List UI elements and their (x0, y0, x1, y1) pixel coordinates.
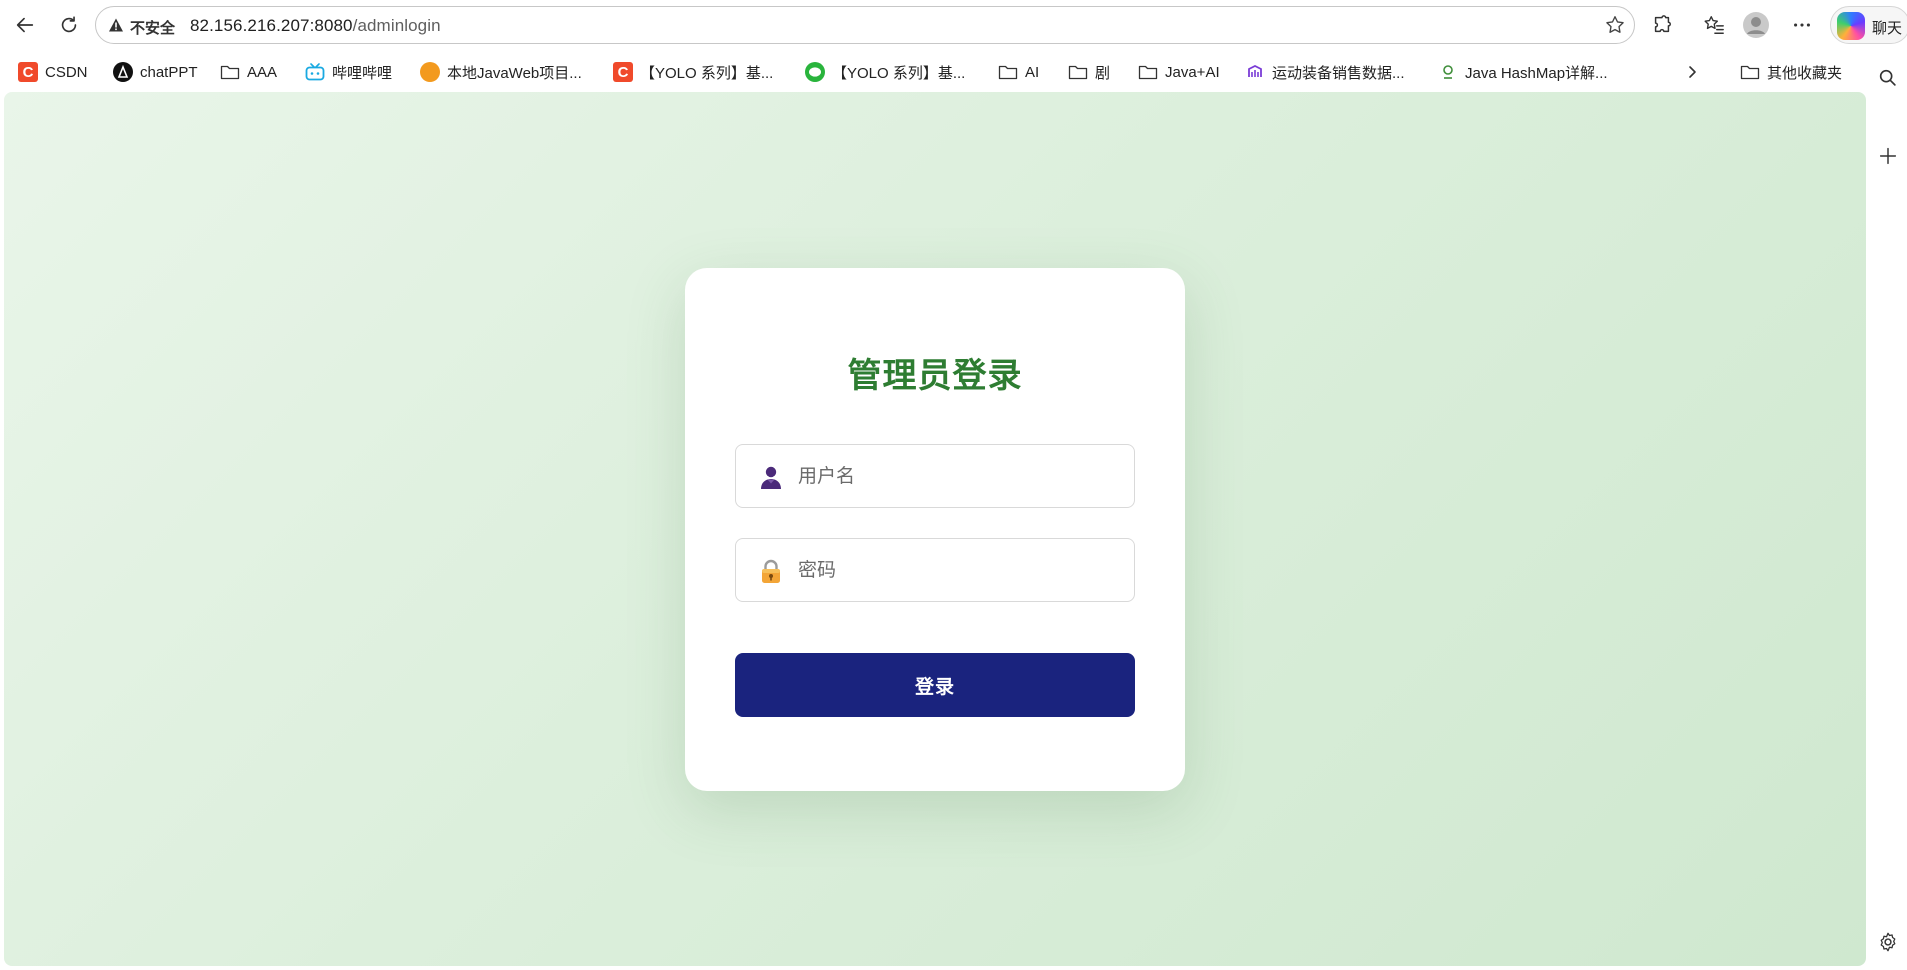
browser-toolbar: 不安全 82.156.216.207:8080/adminlogin 聊天 (0, 0, 1907, 50)
browser-sidebar (1868, 54, 1907, 970)
more-menu-button[interactable] (1785, 8, 1819, 42)
copilot-icon (1837, 12, 1865, 40)
username-input[interactable] (796, 459, 1120, 495)
bookmark-label: 剧 (1095, 64, 1111, 82)
favorites-button[interactable] (1697, 8, 1731, 42)
favorites-list-icon (1704, 16, 1724, 34)
site-icon (1245, 62, 1265, 82)
bookmark-java-hashmap[interactable]: Java HashMap详解... (1438, 60, 1608, 84)
username-field[interactable] (735, 444, 1135, 508)
bookmark-label: 哔哩哔哩 (332, 64, 393, 82)
copilot-chat-button[interactable]: 聊天 (1830, 6, 1907, 44)
avatar-icon (1743, 12, 1769, 38)
login-card: 管理员登录 登录 (685, 268, 1185, 791)
folder-icon (1068, 62, 1088, 82)
more-dots-icon (1794, 23, 1810, 27)
security-label[interactable]: 不安全 (130, 17, 175, 38)
bookmark-yolo-wechat[interactable]: 【YOLO 系列】基... (805, 60, 965, 84)
sidebar-settings-button[interactable] (1874, 928, 1902, 956)
warning-icon[interactable] (108, 17, 124, 38)
bookmark-label: Java+AI (1165, 63, 1220, 81)
bookmark-label: 本地JavaWeb项目... (447, 64, 582, 82)
reload-button[interactable] (52, 8, 86, 42)
bookmark-chatppt[interactable]: chatPPT (113, 60, 198, 84)
bookmark-label: AAA (247, 63, 278, 81)
address-bar[interactable]: 不安全 82.156.216.207:8080/adminlogin (95, 6, 1635, 44)
chatppt-icon (113, 62, 133, 82)
bookmark-sports-sales[interactable]: 运动装备销售数据... (1245, 60, 1405, 84)
favorite-star-icon[interactable] (1604, 14, 1626, 41)
folder-icon (1138, 62, 1158, 82)
bookmark-csdn[interactable]: C CSDN (18, 60, 88, 84)
page-viewport: 管理员登录 登录 (4, 92, 1866, 966)
site-icon (1438, 62, 1458, 82)
csdn-icon: C (613, 62, 633, 82)
user-icon (761, 466, 781, 489)
profile-button[interactable] (1739, 8, 1773, 42)
gear-icon (1880, 932, 1896, 952)
bookmarks-bar: C CSDN chatPPT AAA 哔哩哔哩 本地JavaWeb项目... C… (0, 54, 1907, 90)
folder-icon (1740, 62, 1760, 82)
bookmarks-overflow-button[interactable] (1684, 60, 1700, 84)
sidebar-search-button[interactable] (1874, 64, 1902, 92)
login-button[interactable]: 登录 (735, 653, 1135, 717)
bookmark-label: 运动装备销售数据... (1272, 64, 1405, 82)
url-text[interactable]: 82.156.216.207:8080/adminlogin (190, 16, 441, 36)
bookmark-javaweb[interactable]: 本地JavaWeb项目... (420, 60, 582, 84)
back-arrow-icon (16, 17, 34, 33)
bookmark-yolo-csdn[interactable]: C 【YOLO 系列】基... (613, 60, 773, 84)
bookmark-label: 【YOLO 系列】基... (640, 64, 774, 82)
bookmark-label: CSDN (45, 63, 88, 81)
site-icon (420, 62, 440, 82)
bookmark-folder-java-ai[interactable]: Java+AI (1138, 60, 1220, 84)
lock-icon (762, 559, 780, 583)
bookmark-bilibili[interactable]: 哔哩哔哩 (305, 60, 392, 84)
url-host: 82.156.216.207:8080 (190, 16, 353, 35)
bookmark-folder-aaa[interactable]: AAA (220, 60, 277, 84)
bookmark-label: Java HashMap详解... (1465, 64, 1608, 82)
chevron-right-icon (1689, 66, 1696, 78)
bookmark-label: 【YOLO 系列】基... (832, 64, 966, 82)
puzzle-icon (1654, 15, 1671, 33)
search-icon (1879, 69, 1896, 86)
folder-icon (220, 62, 240, 82)
folder-icon (998, 62, 1018, 82)
plus-icon (1879, 147, 1897, 165)
reload-icon (61, 16, 77, 33)
bookmark-folder-ju[interactable]: 剧 (1068, 60, 1110, 84)
bookmark-label: 其他收藏夹 (1767, 64, 1843, 82)
bilibili-icon (305, 62, 325, 82)
extensions-button[interactable] (1645, 8, 1679, 42)
password-input[interactable] (796, 553, 1120, 589)
bookmark-label: chatPPT (140, 63, 198, 81)
bookmark-folder-ai[interactable]: AI (998, 60, 1039, 84)
login-title: 管理员登录 (847, 357, 1023, 395)
bookmark-label: AI (1025, 63, 1040, 81)
url-path: /adminlogin (352, 16, 441, 35)
copilot-label: 聊天 (1872, 20, 1903, 37)
back-button[interactable] (8, 8, 42, 42)
bookmark-other-favorites[interactable]: 其他收藏夹 (1740, 60, 1842, 84)
csdn-icon: C (18, 62, 38, 82)
password-field[interactable] (735, 538, 1135, 602)
sidebar-add-button[interactable] (1874, 142, 1902, 170)
wechat-icon (805, 62, 825, 82)
